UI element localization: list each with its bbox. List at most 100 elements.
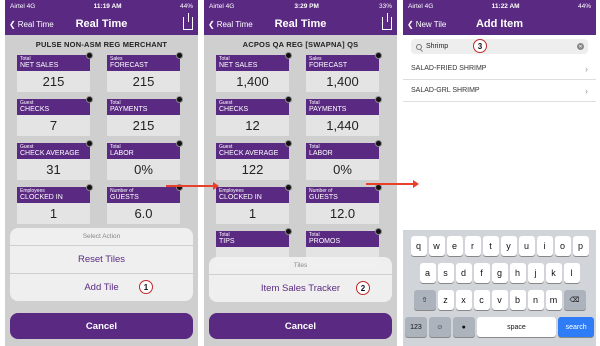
key[interactable]: d	[455, 263, 472, 283]
kpi-tile[interactable]: Total LABOR 0%	[306, 140, 382, 180]
step-badge-2: 2	[356, 281, 370, 295]
kpi-tile-header: Number of GUESTS	[107, 184, 183, 203]
list-item[interactable]: SALAD-FRIED SHRIMP ›	[403, 58, 596, 80]
kpi-tile-header: Guest CHECK AVERAGE	[17, 140, 93, 159]
key[interactable]: q	[410, 236, 427, 256]
kpi-tile-value: 1	[17, 203, 90, 224]
numbers-key[interactable]: 123	[405, 317, 427, 337]
key[interactable]: y	[500, 236, 517, 256]
search-key[interactable]: search	[558, 317, 594, 337]
kpi-tile[interactable]: Total PAYMENTS 215	[107, 96, 183, 136]
back-button[interactable]: ❮ New Tile	[407, 20, 446, 29]
backspace-key[interactable]: ⌫	[563, 290, 586, 310]
network-label: 4G	[424, 3, 434, 10]
info-icon[interactable]	[176, 96, 183, 103]
flow-arrow-1	[166, 182, 219, 190]
kpi-tile[interactable]: Sales FORECAST 1,400	[306, 52, 382, 92]
key[interactable]: s	[437, 263, 454, 283]
add-tile-option[interactable]: Add Tile 1	[10, 274, 193, 301]
nav-bar: ❮ Real Time Real Time	[5, 13, 198, 35]
key[interactable]: m	[545, 290, 562, 310]
info-icon[interactable]	[375, 52, 382, 59]
info-icon[interactable]	[285, 96, 292, 103]
info-icon[interactable]	[176, 140, 183, 147]
info-icon[interactable]	[375, 228, 382, 235]
info-icon[interactable]	[375, 96, 382, 103]
key[interactable]: t	[482, 236, 499, 256]
info-icon[interactable]	[285, 184, 292, 191]
kpi-tile[interactable]: Number of GUESTS 12.0	[306, 184, 382, 224]
kpi-tile[interactable]: Employees CLOCKED IN 1	[216, 184, 292, 224]
kpi-tile-label: CLOCKED IN	[219, 194, 262, 201]
mic-icon[interactable]: ●	[452, 317, 475, 337]
share-icon[interactable]	[382, 13, 392, 30]
key[interactable]: h	[509, 263, 526, 283]
cancel-button[interactable]: Cancel	[10, 313, 193, 339]
back-button[interactable]: ❮ Real Time	[208, 20, 253, 29]
key[interactable]: e	[446, 236, 463, 256]
space-key[interactable]: space	[476, 317, 557, 337]
kpi-tile[interactable]: Total LABOR 0%	[107, 140, 183, 180]
key[interactable]: l	[563, 263, 580, 283]
key[interactable]: o	[554, 236, 571, 256]
list-item[interactable]: SALAD-GRL SHRIMP ›	[403, 80, 596, 102]
kpi-tile-label: CLOCKED IN	[20, 194, 63, 201]
action-sheet-header: Tiles	[209, 257, 392, 275]
info-icon[interactable]	[285, 140, 292, 147]
key[interactable]: u	[518, 236, 535, 256]
key[interactable]: v	[491, 290, 508, 310]
back-button[interactable]: ❮ Real Time	[9, 20, 54, 29]
kpi-tile[interactable]: Total NET SALES 215	[17, 52, 93, 92]
info-icon[interactable]	[285, 228, 292, 235]
search-input[interactable]: Shrimp 3 ✕	[411, 39, 588, 54]
network-label: 4G	[26, 3, 36, 10]
info-icon[interactable]	[86, 140, 93, 147]
info-icon[interactable]	[86, 184, 93, 191]
kpi-tile[interactable]: Guest CHECK AVERAGE 31	[17, 140, 93, 180]
kpi-tile[interactable]: Total NET SALES 1,400	[216, 52, 292, 92]
info-icon[interactable]	[176, 52, 183, 59]
kpi-tile-value: 1,440	[306, 115, 379, 136]
key[interactable]: a	[419, 263, 436, 283]
key[interactable]: i	[536, 236, 553, 256]
item-sales-tracker-option[interactable]: Item Sales Tracker 2	[209, 275, 392, 302]
nav-bar: ❮ Real Time Real Time	[204, 13, 397, 35]
kpi-tile-value: 6.0	[107, 203, 180, 224]
shift-key[interactable]: ⇧	[413, 290, 436, 310]
info-icon[interactable]	[375, 184, 382, 191]
kpi-tile[interactable]: Employees CLOCKED IN 1	[17, 184, 93, 224]
kpi-tile-label: CHECKS	[219, 106, 249, 113]
key[interactable]: x	[455, 290, 472, 310]
key[interactable]: w	[428, 236, 445, 256]
share-icon[interactable]	[183, 13, 193, 30]
info-icon[interactable]	[86, 96, 93, 103]
reset-tiles-option[interactable]: Reset Tiles	[10, 246, 193, 274]
chevron-left-icon: ❮	[208, 19, 215, 29]
clear-icon[interactable]: ✕	[577, 43, 584, 50]
cancel-button[interactable]: Cancel	[209, 313, 392, 339]
info-icon[interactable]	[285, 52, 292, 59]
key[interactable]: p	[572, 236, 589, 256]
action-sheet-header: Select Action	[10, 228, 193, 246]
info-icon[interactable]	[375, 140, 382, 147]
kpi-tile[interactable]: Guest CHECKS 12	[216, 96, 292, 136]
key[interactable]: j	[527, 263, 544, 283]
kpi-tile[interactable]: Number of GUESTS 6.0	[107, 184, 183, 224]
key[interactable]: k	[545, 263, 562, 283]
key[interactable]: b	[509, 290, 526, 310]
info-icon[interactable]	[86, 52, 93, 59]
key[interactable]: g	[491, 263, 508, 283]
key[interactable]: r	[464, 236, 481, 256]
kpi-tile-header: Total LABOR	[107, 140, 183, 159]
key[interactable]: c	[473, 290, 490, 310]
kpi-tile-header: Sales FORECAST	[107, 52, 183, 71]
kpi-tile[interactable]: Guest CHECK AVERAGE 122	[216, 140, 292, 180]
kpi-tile[interactable]: Sales FORECAST 215	[107, 52, 183, 92]
kpi-tile[interactable]: Total PAYMENTS 1,440	[306, 96, 382, 136]
key[interactable]: z	[437, 290, 454, 310]
key[interactable]: f	[473, 263, 490, 283]
kpi-tile-header: Guest CHECKS	[17, 96, 93, 115]
key[interactable]: n	[527, 290, 544, 310]
emoji-icon[interactable]: ☺	[428, 317, 451, 337]
kpi-tile[interactable]: Guest CHECKS 7	[17, 96, 93, 136]
